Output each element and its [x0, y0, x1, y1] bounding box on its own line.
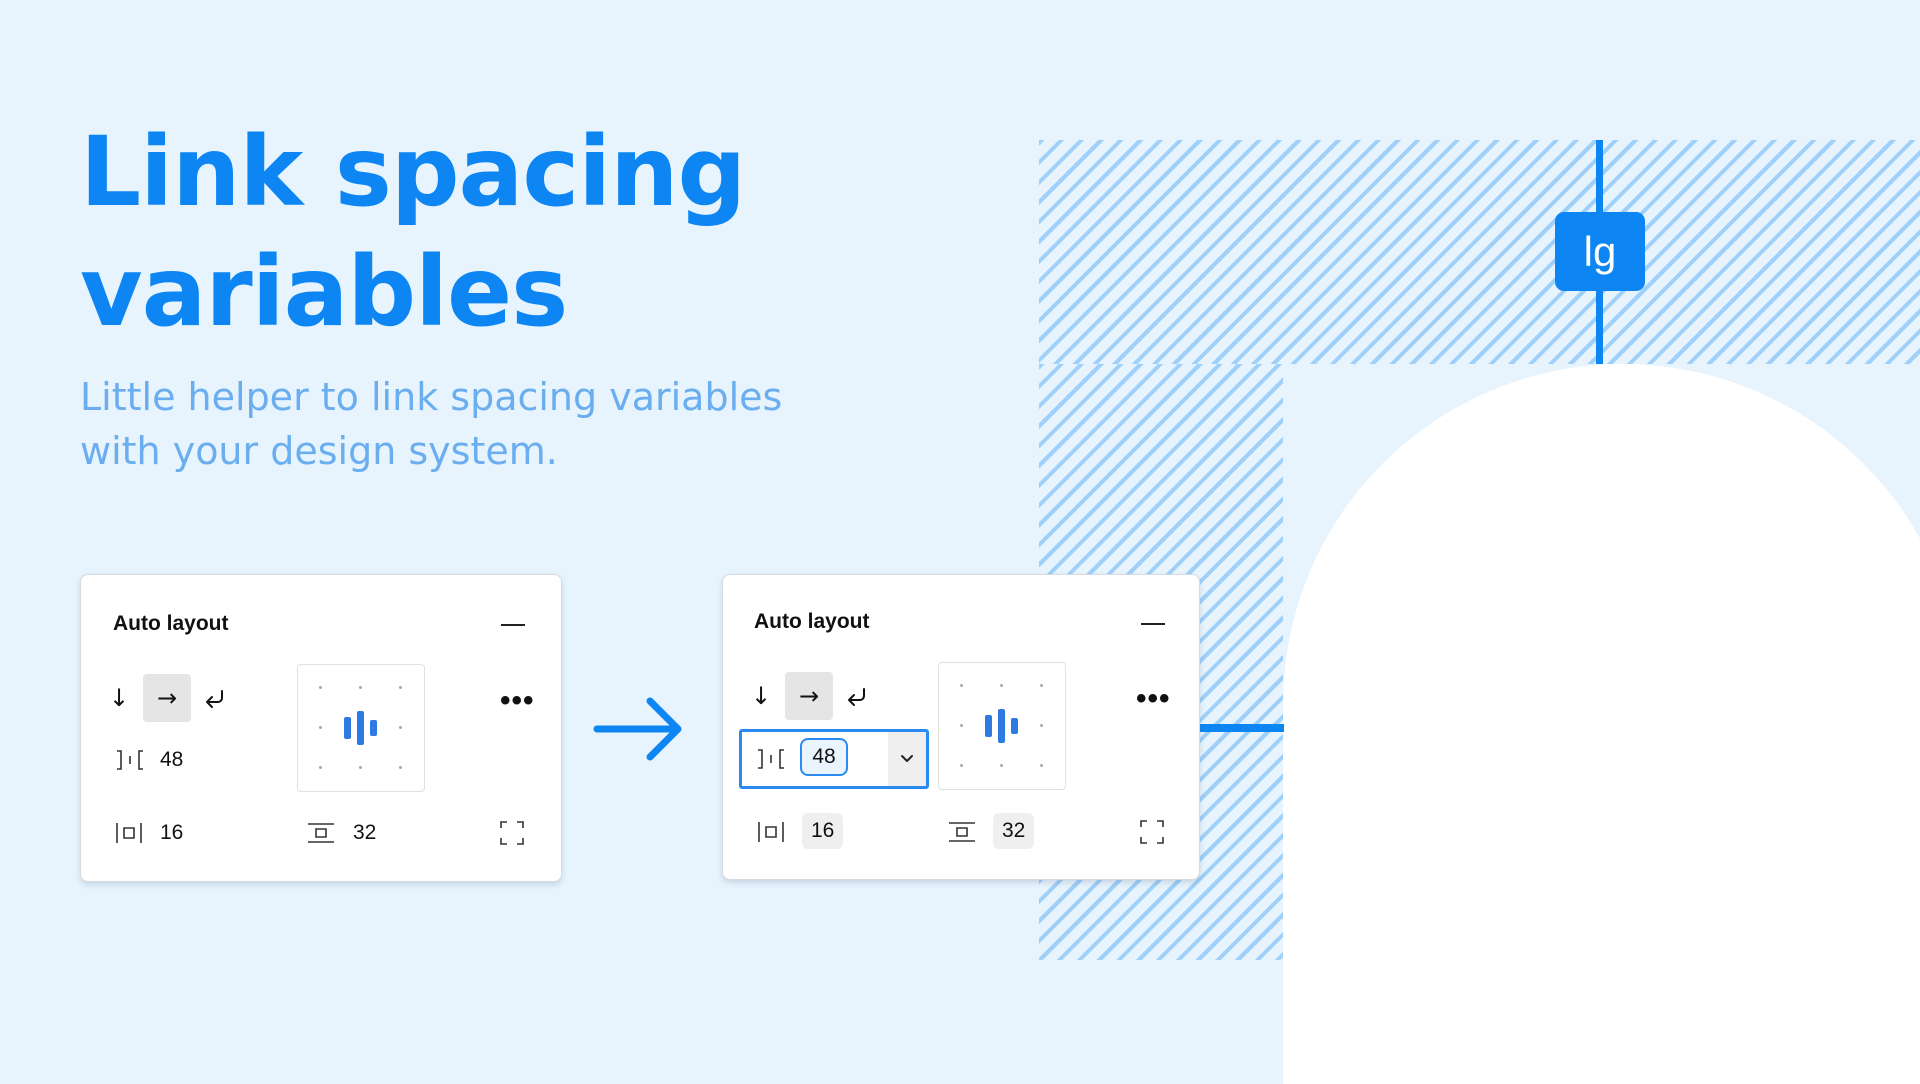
variable-dropdown-button[interactable] [888, 732, 926, 786]
alignment-grid[interactable] [297, 664, 425, 792]
vertical-padding-icon [308, 823, 334, 843]
hero-subtitle-line-1: Little helper to link spacing variables [80, 375, 783, 419]
alignment-grid[interactable] [938, 662, 1066, 790]
gap-value-pill[interactable]: 48 [800, 738, 848, 776]
gap-icon [758, 749, 784, 769]
vertical-padding-value[interactable]: 32 [353, 821, 376, 845]
direction-wrap-button[interactable] [191, 674, 239, 722]
gap-variable-field[interactable]: 48 [739, 729, 929, 789]
independent-padding-icon[interactable] [1139, 819, 1165, 845]
arrow-right-icon [593, 697, 682, 761]
gap-measure-line [1200, 724, 1284, 732]
panel-title: Auto layout [754, 610, 870, 633]
panel-title: Auto layout [113, 612, 229, 635]
gap-icon [117, 750, 143, 770]
spacing-stripes-top [1039, 140, 1920, 364]
hero-subtitle: Little helper to link spacing variables … [80, 370, 782, 478]
vertical-padding-value[interactable]: 32 [993, 813, 1035, 849]
remove-auto-layout-button[interactable] [1141, 623, 1165, 625]
hero-title: Link spacing variables [80, 112, 746, 352]
horizontal-padding-value[interactable]: 16 [802, 813, 844, 849]
chevron-down-icon [901, 755, 913, 762]
vertical-padding-icon [949, 822, 975, 842]
hero-title-line-2: variables [80, 236, 568, 348]
direction-horizontal-button[interactable]: → [785, 672, 833, 720]
independent-padding-icon[interactable] [499, 820, 525, 846]
direction-vertical-button[interactable]: ↓ [95, 674, 143, 722]
direction-wrap-button[interactable] [833, 672, 881, 720]
more-options-icon[interactable]: ••• [500, 686, 535, 716]
wrap-icon [206, 690, 223, 708]
spacing-token-badge: lg [1555, 212, 1645, 291]
auto-layout-panel-after: Auto layout ↓ → ••• 48 16 32 [722, 574, 1200, 880]
auto-layout-panel-before: Auto layout ↓ → ••• 48 16 32 [80, 574, 562, 882]
horizontal-padding-icon [116, 823, 142, 843]
gap-value[interactable]: 48 [160, 748, 183, 772]
remove-auto-layout-button[interactable] [501, 624, 525, 626]
horizontal-padding-value[interactable]: 16 [160, 821, 183, 845]
horizontal-padding-icon [758, 822, 784, 842]
more-options-icon[interactable]: ••• [1136, 684, 1171, 714]
hero-title-line-1: Link spacing [80, 116, 746, 228]
wrap-icon [848, 688, 865, 706]
direction-vertical-button[interactable]: ↓ [737, 672, 785, 720]
frame-arch-illustration [1283, 364, 1920, 1084]
direction-horizontal-button[interactable]: → [143, 674, 191, 722]
hero-subtitle-line-2: with your design system. [80, 429, 558, 473]
